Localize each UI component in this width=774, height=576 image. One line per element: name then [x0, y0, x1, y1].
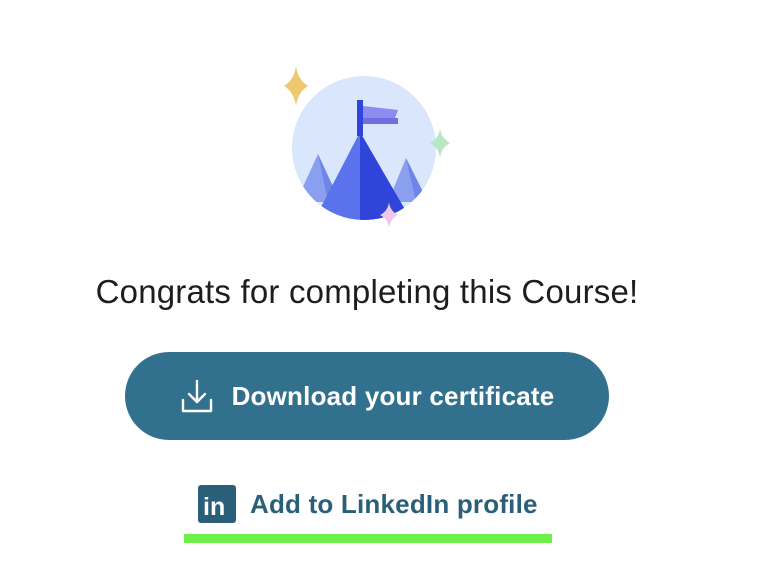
course-completion-panel: Congrats for completing this Course! Dow… [0, 0, 774, 576]
add-to-linkedin-label: Add to LinkedIn profile [250, 488, 538, 519]
highlight-underline [184, 534, 552, 543]
page-title: Congrats for completing this Course! [95, 273, 639, 310]
add-to-linkedin-link[interactable]: in Add to LinkedIn profile [198, 484, 538, 524]
download-icon [181, 379, 212, 413]
flag-pole [357, 100, 363, 136]
mountain-flag-illustration [284, 66, 450, 228]
svg-text:in: in [203, 493, 225, 521]
sparkle-yellow [284, 66, 308, 106]
download-certificate-button[interactable]: Download your certificate [125, 352, 609, 440]
linkedin-icon: in [198, 485, 236, 523]
download-certificate-label: Download your certificate [231, 380, 555, 411]
